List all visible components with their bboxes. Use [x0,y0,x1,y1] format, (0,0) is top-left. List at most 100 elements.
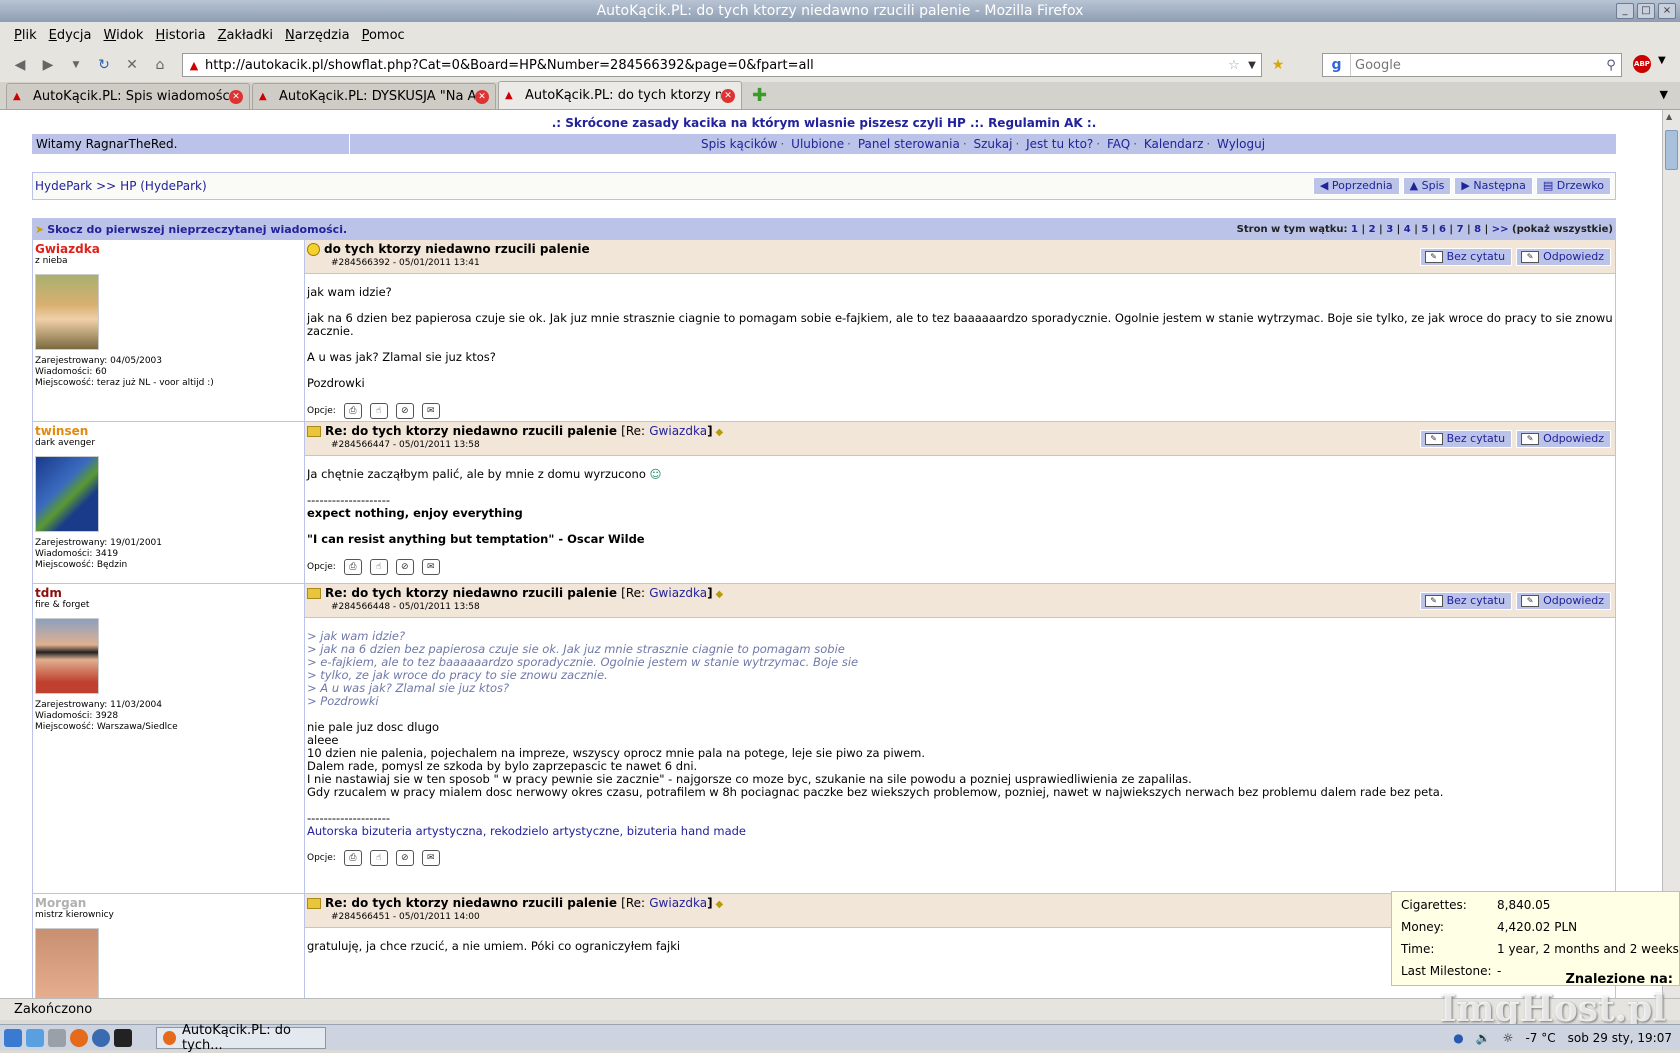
rules-link[interactable]: .: Skrócone zasady kacika na którym wlas… [32,116,1616,132]
link-szukaj[interactable]: Szukaj [973,137,1012,151]
no-quote-button[interactable]: ✎ Bez cytatu [1419,248,1513,266]
menu-tools[interactable]: Narzędzia [279,28,356,43]
tab-3-active[interactable]: ▲ AutoKącik.PL: do tych ktorzy ni... ✕ [498,81,742,109]
url-text[interactable]: http://autokacik.pl/showflat.php?Cat=0&B… [205,58,1225,73]
forward-message-icon[interactable]: ✉ [421,559,440,575]
url-bar[interactable]: ▲ http://autokacik.pl/showflat.php?Cat=0… [182,53,1262,77]
new-tab-icon[interactable]: ✚ [752,83,767,109]
bookmark-star-icon[interactable]: ☆ [1225,58,1243,73]
next-button[interactable]: ▶ Następna [1454,177,1533,195]
terminal-icon[interactable] [114,1028,132,1047]
notify-icon[interactable]: ☝ [369,559,388,575]
home-icon[interactable]: ⌂ [148,53,172,77]
reply-to-link[interactable]: Gwiazdka [649,896,707,910]
clock[interactable]: sob 29 sty, 19:07 [1568,1031,1672,1045]
notify-icon[interactable]: ☝ [369,403,388,419]
signature-link[interactable]: Autorska bizuteria artystyczna, rekodzie… [307,825,1613,838]
volume-icon[interactable]: 🔉 [1476,1031,1491,1045]
tab-close-icon[interactable]: ✕ [229,89,243,104]
link-ulubione[interactable]: Ulubione [791,137,844,151]
page-2-link[interactable]: 2 [1369,224,1376,235]
url-dropdown-icon[interactable]: ▼ [1243,60,1261,71]
page-3-link[interactable]: 3 [1386,224,1393,235]
adblock-dropdown-icon[interactable]: ▼ [1658,55,1666,66]
page-4-link[interactable]: 4 [1404,224,1411,235]
crumb-hp[interactable]: HP (HydePark) [120,179,207,193]
tab-1[interactable]: ▲ AutoKącik.PL: Spis wiadomości ... ✕ [6,83,250,109]
author-nick[interactable]: Gwiazdka [35,242,302,256]
reply-to-link[interactable]: Gwiazdka [649,424,707,438]
menu-help[interactable]: Pomoc [356,28,411,43]
tab-close-icon[interactable]: ✕ [721,88,735,103]
vertical-scrollbar[interactable]: ▲ [1662,110,1680,998]
tab-2[interactable]: ▲ AutoKącik.PL: DYSKUSJA "Na A... ✕ [252,83,496,109]
author-nick[interactable]: tdm [35,586,302,600]
search-engine-icon[interactable]: g [1323,54,1351,76]
ignore-icon[interactable]: ⊘ [395,559,414,575]
stop-icon[interactable]: ✕ [120,53,144,77]
history-dropdown-icon[interactable]: ▼ [64,53,88,77]
minimize-button[interactable]: _ [1616,3,1634,19]
menu-launcher-icon[interactable] [4,1028,22,1047]
show-all-link[interactable]: (pokaż wszystkie) [1512,224,1613,235]
ignore-icon[interactable]: ⊘ [395,403,414,419]
reply-button[interactable]: ✎ Odpowiedz [1516,592,1611,610]
link-kalendarz[interactable]: Kalendarz [1144,137,1204,151]
tree-button[interactable]: ▤ Drzewko [1535,177,1611,195]
print-icon[interactable]: ⎙ [343,559,362,575]
prev-button[interactable]: ◀ Poprzednia [1312,177,1400,195]
weather-icon[interactable]: ☼ [1503,1031,1514,1045]
page-5-link[interactable]: 5 [1421,224,1428,235]
reply-to-link[interactable]: Gwiazdka [649,586,707,600]
maximize-button[interactable]: □ [1637,3,1655,19]
scroll-up-icon[interactable]: ▲ [1666,112,1672,121]
network-icon[interactable]: ● [1453,1031,1463,1045]
tab-close-icon[interactable]: ✕ [475,89,489,104]
notify-icon[interactable]: ☝ [369,850,388,866]
link-panel[interactable]: Panel sterowania [858,137,960,151]
author-nick[interactable]: twinsen [35,424,302,438]
link-jest-tu-kto[interactable]: Jest tu kto? [1026,137,1093,151]
page-next-link[interactable]: >> [1492,224,1509,235]
adblock-icon[interactable]: ABP [1633,55,1651,73]
link-faq[interactable]: FAQ [1107,137,1130,151]
forward-icon[interactable]: ▶ [36,53,60,77]
tab-list-icon[interactable]: ▼ [1660,88,1668,101]
no-quote-button[interactable]: ✎ Bez cytatu [1419,430,1513,448]
menu-edit[interactable]: Edycja [43,28,98,43]
index-button[interactable]: ▲ Spis [1402,177,1452,195]
scroll-thumb[interactable] [1665,130,1678,170]
page-6-link[interactable]: 6 [1439,224,1446,235]
ignore-icon[interactable]: ⊘ [395,850,414,866]
forward-message-icon[interactable]: ✉ [421,403,440,419]
bookmarks-toolbar-icon[interactable]: ★ [1266,53,1290,77]
search-icon[interactable]: ⚲ [1601,58,1621,73]
print-icon[interactable]: ⎙ [343,403,362,419]
thunderbird-launcher-icon[interactable] [92,1028,110,1047]
firefox-launcher-icon[interactable] [70,1028,88,1047]
link-wyloguj[interactable]: Wyloguj [1217,137,1265,151]
reply-button[interactable]: ✎ Odpowiedz [1516,430,1611,448]
print-icon[interactable]: ⎙ [343,850,362,866]
reply-button[interactable]: ✎ Odpowiedz [1516,248,1611,266]
menu-view[interactable]: Widok [98,28,150,43]
crumb-hydepark[interactable]: HydePark [35,179,92,193]
close-window-button[interactable]: × [1658,3,1676,19]
menu-history[interactable]: Historia [149,28,211,43]
link-spis-kacikow[interactable]: Spis kącików [701,137,778,151]
files-icon[interactable] [48,1028,66,1047]
search-box[interactable]: g ⚲ [1322,53,1622,77]
forward-message-icon[interactable]: ✉ [421,850,440,866]
page-1-link[interactable]: 1 [1351,224,1358,235]
menu-file[interactable]: Plik [8,28,43,43]
search-input[interactable] [1351,56,1601,74]
page-7-link[interactable]: 7 [1457,224,1464,235]
page-8-link[interactable]: 8 [1474,224,1481,235]
no-quote-button[interactable]: ✎ Bez cytatu [1419,592,1513,610]
taskbar-firefox-task[interactable]: AutoKącik.PL: do tych... [156,1023,326,1053]
reload-icon[interactable]: ↻ [92,53,116,77]
jump-unread-link[interactable]: Skocz do pierwszej nieprzeczytanej wiado… [47,223,347,236]
author-nick[interactable]: Morgan [35,896,302,910]
back-icon[interactable]: ◀ [8,53,32,77]
desktop-icon[interactable] [26,1028,44,1047]
